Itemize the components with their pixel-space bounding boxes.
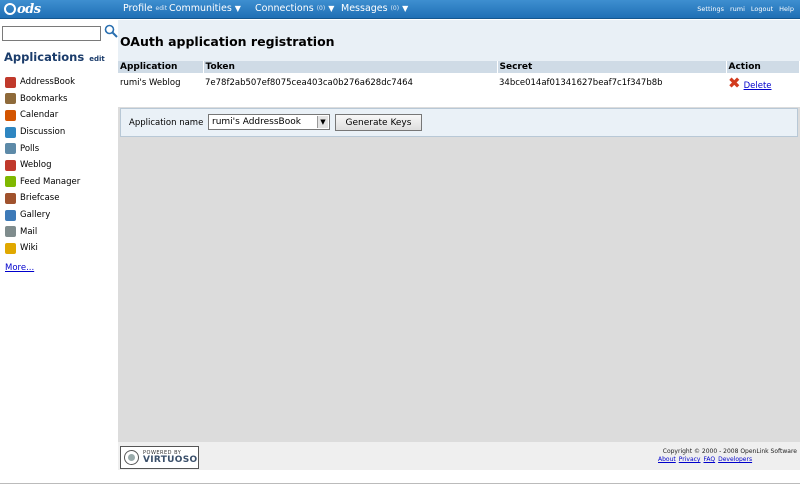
calendar-icon: [5, 109, 16, 121]
sidebar-item-polls[interactable]: Polls: [5, 140, 80, 157]
sidebar-item-label: Polls: [20, 143, 40, 154]
sidebar-item-wiki[interactable]: Wiki: [5, 240, 80, 257]
footer-link-about[interactable]: About: [658, 456, 676, 463]
cell-action: ✖ Delete: [726, 73, 800, 107]
sidebar-item-label: Mail: [20, 226, 38, 237]
nav-messages[interactable]: Messages (0) ▼: [341, 3, 408, 14]
sidebar-item-label: Discussion: [20, 127, 66, 138]
column-header-action: Action: [726, 61, 800, 73]
sidebar-item-weblog[interactable]: Weblog: [5, 157, 80, 174]
badge-main-text: VIRTUOSO: [143, 454, 198, 465]
application-list: AddressBook Bookmarks Calendar Discussion Po…: [5, 74, 80, 257]
weblog-icon: [5, 159, 16, 171]
logo-text: ods: [17, 1, 41, 17]
cell-token: 7e78f2ab507ef8075cea403ca0b276a628dc7464: [205, 78, 413, 88]
polls-icon: [5, 143, 16, 155]
chevron-down-icon: ▼: [234, 4, 241, 13]
sidebar-item-label: Gallery: [20, 210, 51, 221]
help-link[interactable]: Help: [779, 5, 794, 13]
mail-icon: [5, 226, 16, 238]
sidebar-item-discussion[interactable]: Discussion: [5, 124, 80, 141]
sidebar-item-calendar[interactable]: Calendar: [5, 107, 80, 124]
settings-link[interactable]: Settings: [697, 5, 724, 13]
sidebar-item-label: Bookmarks: [20, 93, 68, 104]
bookmarks-icon: [5, 93, 16, 105]
wiki-icon: [5, 242, 16, 254]
footer-link-developers[interactable]: Developers: [718, 456, 752, 463]
briefcase-icon: [5, 192, 16, 204]
virtuoso-logo-icon: [124, 450, 139, 465]
nav-communities[interactable]: Communities ▼: [169, 3, 241, 14]
powered-by-virtuoso-badge[interactable]: POWERED BY VIRTUOSO: [120, 446, 199, 469]
search-input[interactable]: [2, 26, 101, 41]
nav-profile-edit[interactable]: edit: [156, 5, 168, 12]
sidebar-item-label: Weblog: [20, 160, 52, 171]
sidebar-item-bookmarks[interactable]: Bookmarks: [5, 91, 80, 108]
nav-communities-label: Communities: [169, 3, 232, 14]
top-navigation-bar: ods Profile edit Communities ▼ Connectio…: [0, 0, 800, 19]
footer-link-faq[interactable]: FAQ: [703, 456, 715, 463]
user-links: Settings rumi Logout Help: [697, 5, 794, 13]
sidebar-item-gallery[interactable]: Gallery: [5, 207, 80, 224]
ods-logo[interactable]: ods: [4, 1, 41, 17]
page-bottom-divider: [0, 483, 800, 484]
page-title: OAuth application registration: [120, 34, 335, 49]
chevron-down-icon: ▼: [402, 4, 409, 13]
applications-title: Applications: [4, 50, 85, 64]
table-row: rumi's Weblog 7e78f2ab507ef8075cea403ca0…: [118, 73, 800, 107]
sidebar-item-label: Wiki: [20, 243, 38, 254]
cell-application: rumi's Weblog: [120, 78, 181, 88]
column-header-token: Token: [203, 61, 498, 73]
generate-keys-button[interactable]: Generate Keys: [335, 114, 422, 131]
feed-manager-icon: [5, 176, 16, 188]
gallery-icon: [5, 209, 16, 221]
sidebar-item-label: Calendar: [20, 110, 59, 121]
delete-icon[interactable]: ✖: [728, 76, 741, 91]
logo-ring-icon: [4, 3, 16, 15]
footer: POWERED BY VIRTUOSO Copyright © 2000 - 2…: [118, 442, 800, 470]
sidebar-item-label: Feed Manager: [20, 176, 81, 187]
column-header-application: Application: [118, 61, 204, 73]
application-name-label: Application name: [129, 118, 204, 128]
user-link[interactable]: rumi: [730, 5, 745, 13]
footer-links: About Privacy FAQ Developers: [658, 456, 752, 463]
nav-connections-label: Connections: [255, 3, 314, 14]
oauth-table: Application Token Secret Action rumi's W…: [118, 61, 800, 107]
addressbook-icon: [5, 76, 16, 88]
sidebar: Applications edit AddressBook Bookmarks Ca…: [0, 20, 118, 486]
search-area: [2, 24, 118, 41]
nav-messages-label: Messages: [341, 3, 388, 14]
main-content: OAuth application registration Applicati…: [118, 20, 800, 442]
discussion-icon: [5, 126, 16, 138]
title-bar: OAuth application registration: [118, 20, 800, 61]
chevron-down-icon: ▼: [328, 4, 335, 13]
delete-action[interactable]: ✖ Delete: [728, 76, 798, 92]
sidebar-item-mail[interactable]: Mail: [5, 223, 80, 240]
nav-connections-count: (0): [316, 5, 326, 12]
chevron-down-icon: ▼: [317, 116, 328, 128]
footer-link-privacy[interactable]: Privacy: [679, 456, 701, 463]
delete-link[interactable]: Delete: [744, 81, 772, 91]
nav-profile-label: Profile: [123, 3, 153, 14]
sidebar-item-briefcase[interactable]: Briefcase: [5, 190, 80, 207]
nav-messages-count: (0): [390, 5, 400, 12]
applications-header: Applications edit: [4, 50, 105, 64]
cell-secret: 34bce014af01341627beaf7c1f347b8b: [499, 78, 663, 88]
sidebar-item-label: Briefcase: [20, 193, 60, 204]
nav-connections[interactable]: Connections (0) ▼: [255, 3, 334, 14]
sidebar-item-feed-manager[interactable]: Feed Manager: [5, 174, 80, 191]
search-icon[interactable]: [104, 24, 118, 38]
sidebar-item-label: AddressBook: [20, 77, 76, 88]
more-link[interactable]: More...: [5, 263, 34, 273]
copyright-text: Copyright © 2000 - 2008 OpenLink Softwar…: [662, 448, 797, 455]
column-header-secret: Secret: [497, 61, 727, 73]
logout-link[interactable]: Logout: [751, 5, 773, 13]
nav-profile[interactable]: Profile edit: [123, 3, 167, 14]
table-header-row: Application Token Secret Action: [118, 61, 800, 73]
sidebar-item-addressbook[interactable]: AddressBook: [5, 74, 80, 91]
generate-keys-form: Application name rumi's AddressBook ▼ Ge…: [120, 108, 798, 137]
selected-application: rumi's AddressBook: [212, 117, 301, 127]
applications-edit-link[interactable]: edit: [89, 55, 105, 63]
application-name-select[interactable]: rumi's AddressBook ▼: [208, 114, 330, 130]
